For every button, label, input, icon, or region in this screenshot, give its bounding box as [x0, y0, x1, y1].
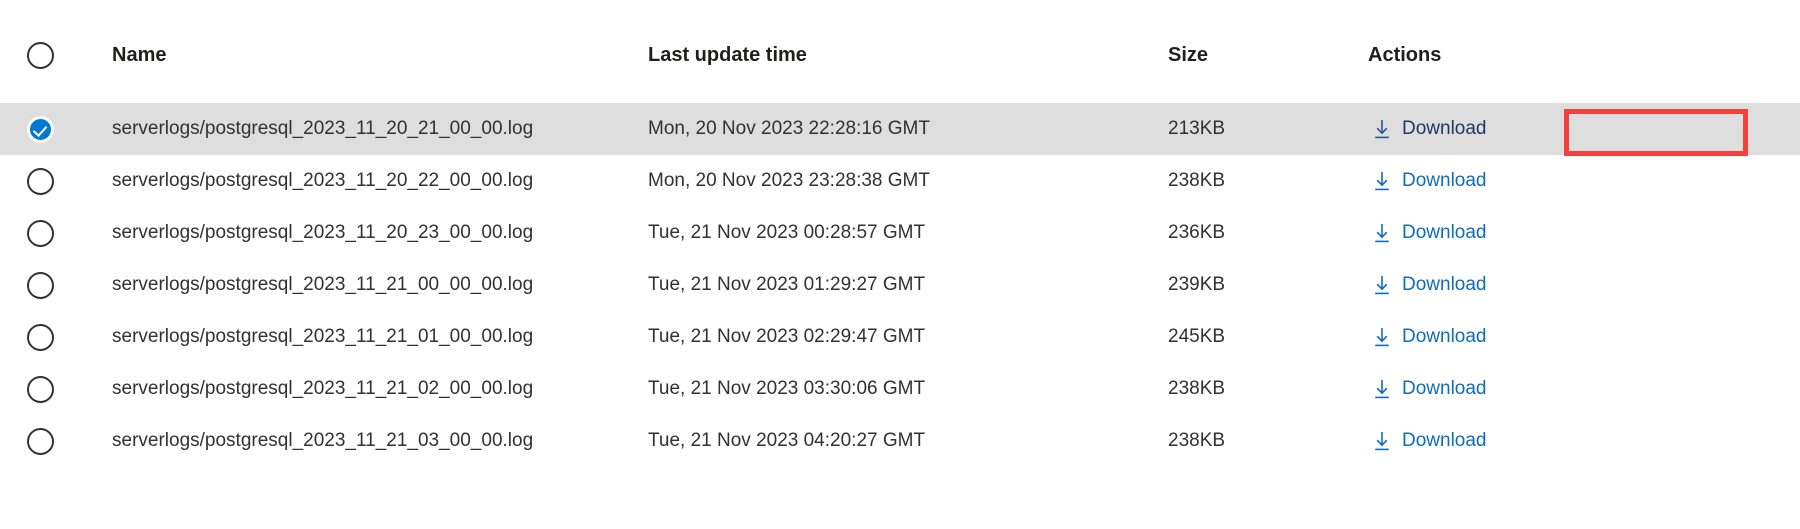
download-arrow-icon: [1375, 171, 1389, 190]
download-link-label: Download: [1402, 274, 1487, 295]
row-select-checkbox-cell[interactable]: [27, 219, 67, 247]
file-size-cell: 238KB: [1168, 170, 1226, 191]
row-select-checkbox-cell[interactable]: [27, 167, 67, 195]
table-row[interactable]: serverlogs/postgresql_2023_11_21_00_00_0…: [0, 259, 1800, 311]
row-select-checkbox-cell[interactable]: [27, 375, 67, 403]
file-size-cell: 245KB: [1168, 326, 1226, 347]
actions-cell: Download: [1368, 428, 1768, 454]
download-arrow-icon: [1375, 275, 1389, 294]
actions-cell: Download: [1368, 376, 1768, 402]
download-arrow-icon: [1375, 379, 1389, 398]
row-select-checkbox-cell[interactable]: [27, 115, 67, 143]
actions-cell: Download: [1368, 220, 1768, 246]
actions-cell: Download: [1368, 116, 1768, 142]
table-row[interactable]: serverlogs/postgresql_2023_11_20_22_00_0…: [0, 155, 1800, 207]
table-row[interactable]: serverlogs/postgresql_2023_11_21_03_00_0…: [0, 415, 1800, 467]
download-link-label: Download: [1402, 430, 1487, 451]
last-update-time-cell: Mon, 20 Nov 2023 22:28:16 GMT: [648, 118, 930, 139]
file-size-cell: 238KB: [1168, 378, 1226, 399]
file-name-cell: serverlogs/postgresql_2023_11_20_21_00_0…: [112, 118, 534, 139]
column-header-actions: Actions: [1368, 43, 1442, 66]
file-size-cell: 236KB: [1168, 222, 1226, 243]
row-select-checkbox[interactable]: [27, 115, 54, 143]
row-select-checkbox-cell[interactable]: [27, 271, 67, 299]
table-row[interactable]: serverlogs/postgresql_2023_11_21_01_00_0…: [0, 311, 1800, 363]
download-link[interactable]: Download: [1368, 376, 1491, 402]
file-name-cell: serverlogs/postgresql_2023_11_21_03_00_0…: [112, 430, 534, 451]
download-link[interactable]: Download: [1368, 272, 1491, 298]
last-update-time-cell: Tue, 21 Nov 2023 00:28:57 GMT: [648, 222, 926, 243]
file-size-cell: 238KB: [1168, 430, 1226, 451]
file-size-cell: 213KB: [1168, 118, 1226, 139]
column-header-last-update-time[interactable]: Last update time: [648, 44, 1148, 67]
file-name-cell: serverlogs/postgresql_2023_11_20_22_00_0…: [112, 170, 534, 191]
file-name-cell: serverlogs/postgresql_2023_11_21_00_00_0…: [112, 274, 534, 295]
last-update-time-cell: Tue, 21 Nov 2023 04:20:27 GMT: [648, 430, 926, 451]
download-arrow-icon: [1375, 327, 1389, 346]
file-name-cell: serverlogs/postgresql_2023_11_21_02_00_0…: [112, 378, 534, 399]
last-update-time-cell: Mon, 20 Nov 2023 23:28:38 GMT: [648, 170, 930, 191]
table-row[interactable]: serverlogs/postgresql_2023_11_21_02_00_0…: [0, 363, 1800, 415]
download-arrow-icon: [1375, 223, 1389, 242]
column-header-name[interactable]: Name: [112, 44, 632, 67]
select-all-checkbox[interactable]: [27, 41, 54, 69]
last-update-time-cell: Tue, 21 Nov 2023 03:30:06 GMT: [648, 378, 926, 399]
download-arrow-icon: [1375, 119, 1389, 138]
file-name-cell: serverlogs/postgresql_2023_11_21_01_00_0…: [112, 326, 534, 347]
download-link[interactable]: Download: [1368, 116, 1491, 142]
row-select-checkbox[interactable]: [27, 427, 54, 455]
file-name-cell: serverlogs/postgresql_2023_11_20_23_00_0…: [112, 222, 534, 243]
file-list-table: Name Last update time Size Actions serve…: [0, 0, 1800, 529]
row-select-checkbox[interactable]: [27, 375, 54, 403]
download-link[interactable]: Download: [1368, 220, 1491, 246]
row-select-checkbox-cell[interactable]: [27, 323, 67, 351]
select-all-checkbox-cell[interactable]: [27, 41, 67, 69]
actions-cell: Download: [1368, 324, 1768, 350]
row-select-checkbox[interactable]: [27, 219, 54, 247]
download-link-label: Download: [1402, 378, 1487, 399]
table-row[interactable]: serverlogs/postgresql_2023_11_20_23_00_0…: [0, 207, 1800, 259]
download-arrow-icon: [1375, 431, 1389, 450]
download-link[interactable]: Download: [1368, 168, 1491, 194]
last-update-time-cell: Tue, 21 Nov 2023 02:29:47 GMT: [648, 326, 926, 347]
download-link-label: Download: [1402, 222, 1487, 243]
download-link-label: Download: [1402, 326, 1487, 347]
row-select-checkbox[interactable]: [27, 271, 54, 299]
download-link-label: Download: [1402, 170, 1487, 191]
download-link[interactable]: Download: [1368, 428, 1491, 454]
download-link[interactable]: Download: [1368, 324, 1491, 350]
actions-cell: Download: [1368, 272, 1768, 298]
file-size-cell: 239KB: [1168, 274, 1226, 295]
column-header-size[interactable]: Size: [1168, 44, 1348, 67]
row-select-checkbox-cell[interactable]: [27, 427, 67, 455]
actions-cell: Download: [1368, 168, 1768, 194]
download-link-label: Download: [1402, 118, 1487, 139]
table-header-row: Name Last update time Size Actions: [0, 30, 1800, 80]
row-select-checkbox[interactable]: [27, 167, 54, 195]
table-row[interactable]: serverlogs/postgresql_2023_11_20_21_00_0…: [0, 103, 1800, 155]
last-update-time-cell: Tue, 21 Nov 2023 01:29:27 GMT: [648, 274, 926, 295]
row-select-checkbox[interactable]: [27, 323, 54, 351]
